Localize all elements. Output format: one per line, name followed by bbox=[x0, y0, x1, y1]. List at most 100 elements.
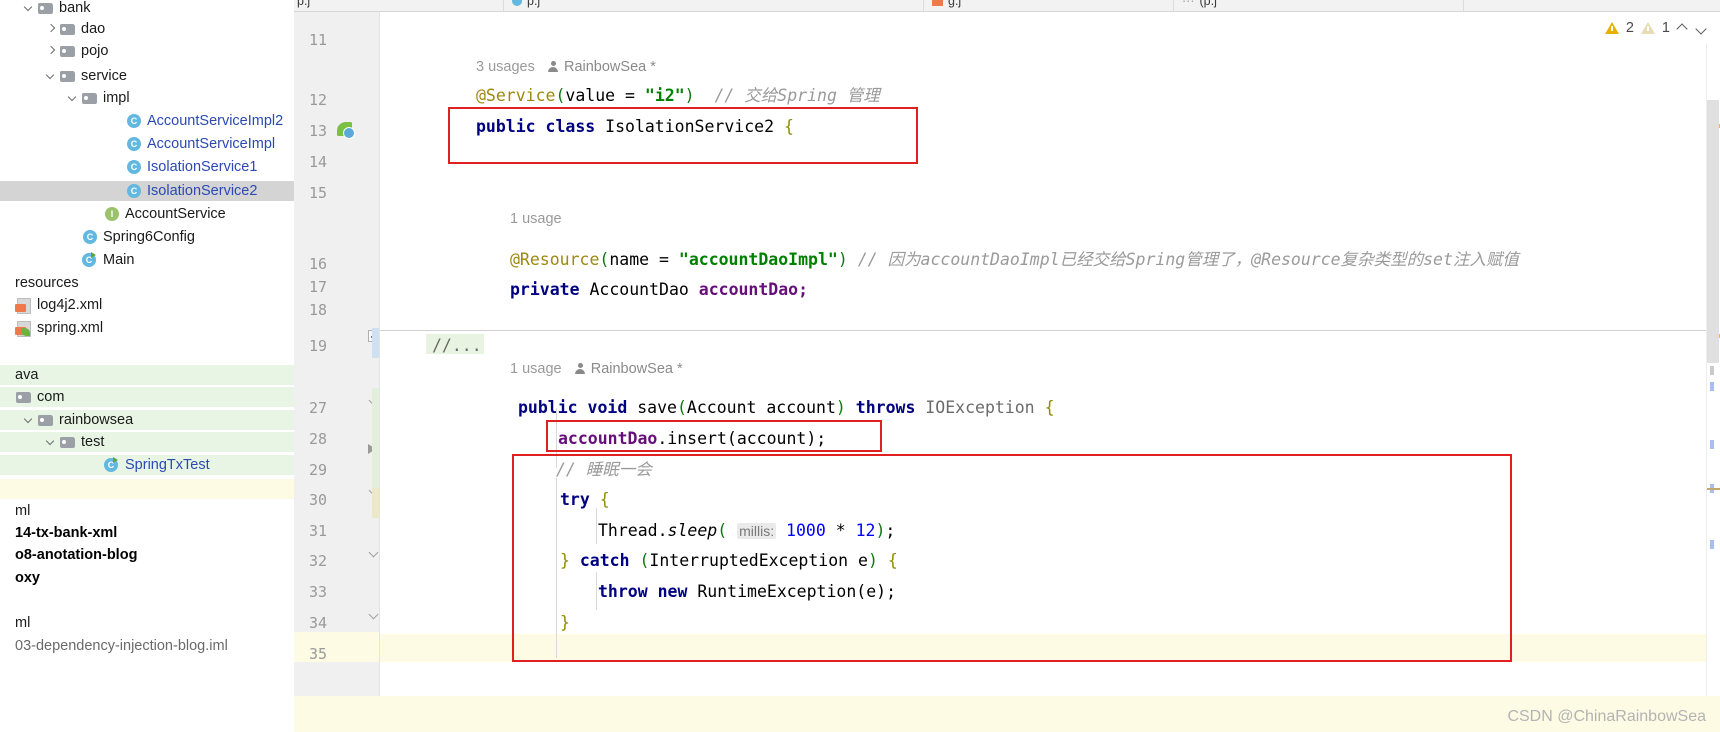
spring-xml-icon bbox=[15, 320, 32, 337]
tree-item-log4j2-xml[interactable]: log4j2.xml bbox=[0, 295, 294, 315]
tree-item-service[interactable]: service bbox=[0, 66, 294, 86]
editor-tab[interactable]: p.j bbox=[294, 0, 504, 11]
author-name[interactable]: RainbowSea * bbox=[587, 361, 683, 377]
spring-bean-gutter-icon[interactable] bbox=[336, 122, 355, 140]
next-problem-icon[interactable] bbox=[1696, 22, 1708, 34]
line-number: 12 bbox=[308, 91, 327, 109]
service-annotation: @Service bbox=[476, 86, 556, 105]
chevron-down-icon[interactable] bbox=[44, 69, 58, 83]
editor-tab[interactable]: ⋯ (p.j bbox=[1174, 0, 1464, 11]
code-content[interactable]: 3 usages RainbowSea * 1 usage 1 usage Rain… bbox=[380, 12, 1720, 732]
tree-item-accountserviceimpl2[interactable]: AccountServiceImpl2 bbox=[0, 111, 294, 131]
chevron-down-icon[interactable] bbox=[22, 413, 36, 427]
current-line-highlight bbox=[380, 634, 1720, 662]
tree-item-main[interactable]: Main bbox=[0, 250, 294, 270]
project-tool-window[interactable]: bank dao pojo service impl AccountServiceImpl… bbox=[0, 0, 294, 732]
tree-item-isolationservice2[interactable]: IsolationService2 bbox=[0, 181, 294, 201]
java-class-icon bbox=[125, 136, 142, 152]
tree-item-ml[interactable]: ml bbox=[0, 613, 294, 633]
tree-item-springtxtest[interactable]: SpringTxTest bbox=[0, 455, 294, 475]
editor-tab-strip[interactable]: p.j p.j g.j ⋯ (p.j bbox=[294, 0, 1720, 12]
folded-region[interactable]: //... bbox=[432, 336, 482, 355]
usage-count[interactable]: 3 usages bbox=[476, 59, 535, 75]
folder-icon bbox=[15, 390, 32, 405]
tree-item-label: ava bbox=[15, 367, 39, 383]
usage-marker[interactable] bbox=[1710, 440, 1714, 449]
method-name: save bbox=[637, 398, 677, 417]
xml-file-icon bbox=[932, 0, 943, 6]
tree-item-blank[interactable] bbox=[0, 342, 294, 362]
tree-item-dao[interactable]: dao bbox=[0, 19, 294, 39]
tree-item-label: test bbox=[81, 434, 105, 450]
editor-gutter[interactable]: 11 12 13 14 15 16 17 18 19 27 28 29 30 31 32 33 34 35 bbox=[294, 12, 380, 732]
tree-item-label: Main bbox=[103, 252, 135, 268]
previous-problem-icon[interactable] bbox=[1677, 22, 1689, 34]
usage-count[interactable]: 1 usage bbox=[510, 211, 562, 227]
tree-item-accountserviceimpl[interactable]: AccountServiceImpl bbox=[0, 134, 294, 154]
editor-tab[interactable]: p.j bbox=[504, 0, 924, 11]
tree-item-o8-anotation-blog[interactable]: o8-anotation-blog bbox=[0, 545, 294, 565]
java-interface-icon bbox=[103, 206, 120, 222]
error-marker-strip[interactable] bbox=[1706, 44, 1720, 732]
chevron-down-icon[interactable] bbox=[22, 1, 36, 15]
tree-item-accountservice[interactable]: AccountService bbox=[0, 204, 294, 224]
tree-item-spring6config[interactable]: Spring6Config bbox=[0, 227, 294, 247]
info-marker[interactable] bbox=[1710, 366, 1714, 375]
chevron-right-icon[interactable] bbox=[44, 22, 58, 36]
vertical-scrollbar-thumb[interactable] bbox=[1707, 100, 1719, 363]
tree-item-impl[interactable]: impl bbox=[0, 88, 294, 108]
tree-item-rainbowsea[interactable]: rainbowsea bbox=[0, 410, 294, 430]
tree-item-03-dependency-injection-blog-iml[interactable]: 03-dependency-injection-blog.iml bbox=[0, 636, 294, 656]
tree-item-ml[interactable]: ml bbox=[0, 501, 294, 521]
tree-item-14-tx-bank-xml[interactable]: 14-tx-bank-xml bbox=[0, 523, 294, 543]
line-number: 27 bbox=[308, 399, 327, 417]
java-class-icon bbox=[81, 229, 98, 245]
editor-tab-label: p.j bbox=[297, 0, 311, 8]
java-class-icon bbox=[125, 183, 142, 199]
tree-item-isolationservice1[interactable]: IsolationService1 bbox=[0, 157, 294, 177]
tree-item-label: AccountServiceImpl bbox=[147, 136, 276, 152]
field-reference: accountDao bbox=[558, 429, 658, 448]
chevron-right-icon[interactable] bbox=[44, 44, 58, 58]
tree-item-label: pojo bbox=[81, 43, 109, 59]
tree-item-label: spring.xml bbox=[37, 320, 104, 336]
inspection-widget[interactable]: 2 1 bbox=[1604, 13, 1720, 43]
chevron-down-icon[interactable] bbox=[44, 435, 58, 449]
folder-icon bbox=[59, 69, 76, 84]
tree-item-com[interactable]: com bbox=[0, 387, 294, 407]
warning-triangle-icon bbox=[1604, 22, 1619, 34]
class-name: IsolationService2 bbox=[605, 117, 784, 136]
tree-item-label: impl bbox=[103, 90, 130, 106]
tree-item-resources[interactable]: resources bbox=[0, 273, 294, 293]
tree-item-pojo[interactable]: pojo bbox=[0, 41, 294, 61]
tree-item-label: log4j2.xml bbox=[37, 297, 103, 313]
tree-item-test[interactable]: test bbox=[0, 432, 294, 452]
folder-icon bbox=[59, 435, 76, 450]
usage-marker[interactable] bbox=[1710, 382, 1714, 391]
author-name[interactable]: RainbowSea * bbox=[560, 59, 656, 75]
inline-comment: // 睡眠一会 bbox=[556, 460, 652, 479]
tree-item-ava[interactable]: ava bbox=[0, 365, 294, 385]
usage-marker[interactable] bbox=[1710, 540, 1714, 549]
tree-item-label: Spring6Config bbox=[103, 229, 195, 245]
chevron-down-icon[interactable] bbox=[66, 91, 80, 105]
todo-marker[interactable] bbox=[1707, 488, 1720, 490]
line-number: 32 bbox=[308, 552, 327, 570]
tree-item-spring-xml[interactable]: spring.xml bbox=[0, 318, 294, 338]
editor-tab[interactable]: g.j bbox=[924, 0, 1174, 11]
tree-item-blank[interactable] bbox=[0, 479, 294, 499]
indent-guide bbox=[596, 508, 597, 544]
tree-item-oxy[interactable]: oxy bbox=[0, 568, 294, 588]
usage-count[interactable]: 1 usage bbox=[510, 361, 562, 377]
tree-item-bank[interactable]: bank bbox=[0, 0, 294, 18]
tree-item-label: service bbox=[81, 68, 127, 84]
tree-item-blank[interactable] bbox=[0, 590, 294, 610]
code-editor[interactable]: p.j p.j g.j ⋯ (p.j 2 1 111213141516 bbox=[294, 0, 1720, 732]
